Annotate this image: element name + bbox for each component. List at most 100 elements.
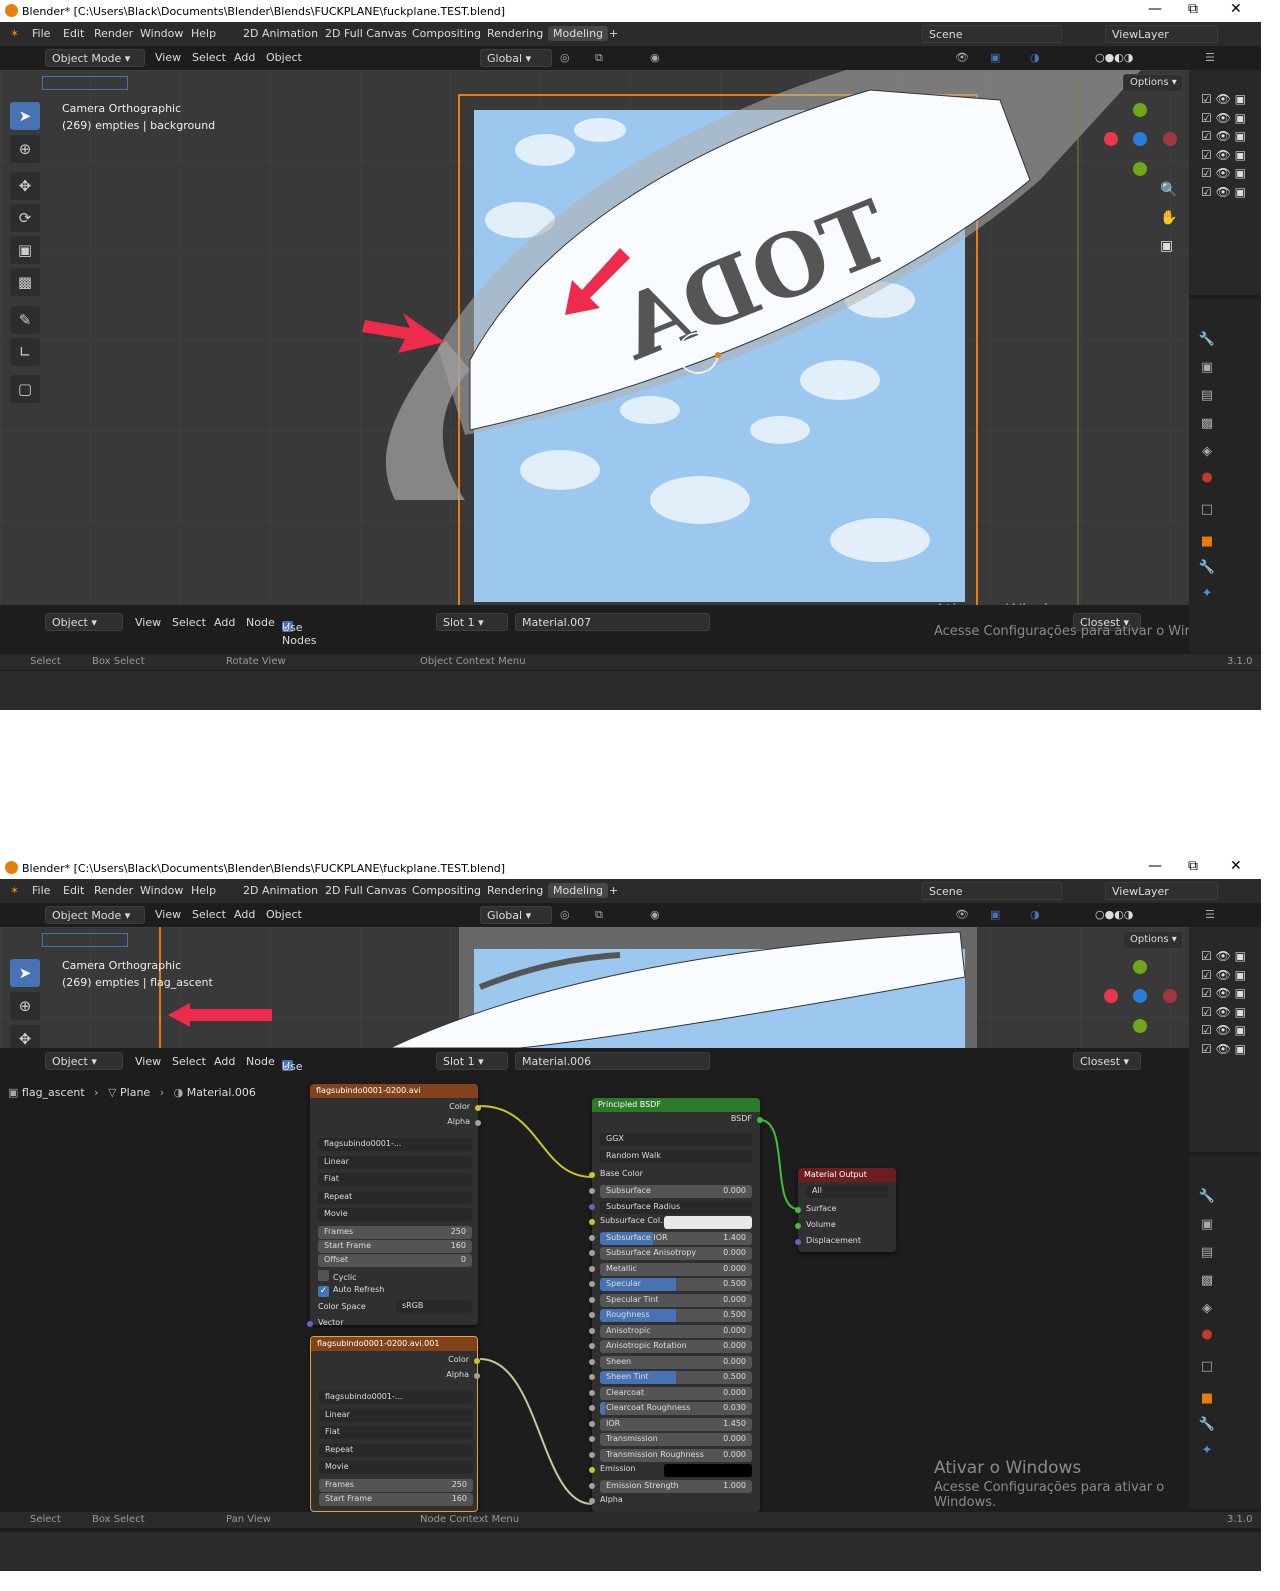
material-output-node[interactable]: Material Output All Surface Volume Displ… <box>795 1168 896 1252</box>
node-menu-add[interactable]: Add <box>214 616 235 629</box>
object-mode-dropdown[interactable]: Object Mode ▾ <box>45 49 145 67</box>
editor-type-icon[interactable]: ☰ <box>1205 908 1215 921</box>
minimize-icon[interactable]: — <box>1148 858 1162 874</box>
extension-dropdown[interactable]: Repeat <box>319 1444 473 1457</box>
input-field[interactable]: Subsurface IOR 1.400 <box>600 1231 752 1245</box>
tab-modeling[interactable]: Modeling <box>548 26 609 41</box>
node-menu-add[interactable]: Add <box>214 1055 235 1068</box>
modifier-tab-icon[interactable]: 🔧 <box>1197 1417 1217 1437</box>
shading-modes-icon[interactable]: ○●◐◑ <box>1095 51 1133 64</box>
view-layer-tab-icon[interactable]: ▩ <box>1197 416 1217 436</box>
restore-icon[interactable]: ⧉ <box>1188 1 1198 17</box>
color-space-dropdown[interactable]: sRGB <box>396 1300 472 1313</box>
shading-modes-icon[interactable]: ○●◐◑ <box>1095 908 1133 921</box>
slot-dropdown[interactable]: Slot 1 ▾ <box>436 1052 508 1070</box>
object-mode-dropdown[interactable]: Object Mode ▾ <box>45 906 145 924</box>
select-box-tool-icon[interactable]: ➤ <box>10 959 40 987</box>
input-field[interactable]: Roughness 0.500 <box>600 1309 752 1322</box>
menu-render[interactable]: Render <box>94 884 133 897</box>
input-socket[interactable] <box>589 1436 595 1442</box>
image-selector[interactable]: flagsubindo0001-... <box>318 1138 472 1151</box>
particles-tab-icon[interactable]: ✦ <box>1197 1443 1217 1463</box>
input-socket[interactable] <box>589 1296 595 1303</box>
input-socket[interactable] <box>589 1219 595 1225</box>
menu-add[interactable]: Add <box>234 908 255 921</box>
input-displacement-socket[interactable] <box>795 1239 801 1245</box>
auto-refresh-checkbox[interactable]: ✓ Auto Refresh <box>318 1285 384 1298</box>
menu-help[interactable]: Help <box>191 884 216 897</box>
options-button[interactable]: Options ▾ <box>1123 931 1183 949</box>
distribution-dropdown[interactable]: GGX <box>600 1133 752 1146</box>
node-object-dropdown[interactable]: Object ▾ <box>45 613 123 631</box>
menu-view[interactable]: View <box>155 51 181 64</box>
input-field[interactable]: Subsurface 0.000 <box>600 1185 752 1198</box>
blender-menu-icon[interactable]: ✶ <box>10 884 19 897</box>
menu-select[interactable]: Select <box>192 51 226 64</box>
image-texture-node-2[interactable]: flagsubindo0001-0200.avi.001 Color Alpha… <box>310 1336 480 1512</box>
close-icon[interactable]: ✕ <box>1230 858 1242 874</box>
input-socket[interactable] <box>589 1281 595 1287</box>
input-field[interactable]: Sheen Tint 0.500 <box>600 1371 752 1384</box>
input-socket[interactable] <box>589 1265 595 1272</box>
snap-icon[interactable]: ⧉ <box>595 908 603 922</box>
proportional-edit-icon[interactable]: ◉ <box>650 908 660 921</box>
input-socket[interactable] <box>589 1389 595 1396</box>
node-title[interactable]: flagsubindo0001-0200.avi <box>310 1084 478 1098</box>
node-title[interactable]: flagsubindo0001-0200.avi.001 <box>311 1337 477 1351</box>
output-color-socket[interactable] <box>474 1358 480 1364</box>
add-workspace-icon[interactable]: + <box>609 884 618 897</box>
input-socket[interactable] <box>589 1234 595 1241</box>
node-menu-node[interactable]: Node <box>246 616 275 629</box>
input-field[interactable]: Anisotropic Rotation 0.000 <box>600 1340 752 1353</box>
projection-dropdown[interactable]: Flat <box>319 1426 473 1439</box>
output-tab-icon[interactable]: ▤ <box>1197 1245 1217 1265</box>
outliner-rows[interactable]: ☑ 👁 ▣ ☑ 👁 ▣ ☑ 👁 ▣ ☑ 👁 ▣ ☑ 👁 ▣ ☑ 👁 ▣ <box>1201 90 1256 201</box>
image-texture-node-1[interactable]: flagsubindo0001-0200.avi Color Alpha fla… <box>307 1084 481 1327</box>
view-layer-tab-icon[interactable]: ▩ <box>1197 1273 1217 1293</box>
node-object-dropdown[interactable]: Object ▾ <box>45 1052 123 1070</box>
start-frame-field[interactable]: Start Frame 160 <box>319 1493 473 1506</box>
scene-selector[interactable]: Scene <box>922 882 1062 900</box>
zoom-icon[interactable]: 🔍 <box>1160 182 1177 198</box>
source-dropdown[interactable]: Movie <box>318 1208 472 1221</box>
transform-orientation-dropdown[interactable]: Global ▾ <box>480 49 552 67</box>
camera-view-icon[interactable]: ▣ <box>1160 238 1173 254</box>
tab-2d-animation[interactable]: 2D Animation <box>243 884 318 897</box>
interpolation-dropdown[interactable]: Linear <box>318 1156 472 1169</box>
cyclic-checkbox[interactable]: Cyclic <box>318 1270 357 1283</box>
node-menu-select[interactable]: Select <box>172 616 206 629</box>
overlay-icon[interactable]: ◑ <box>1030 51 1040 64</box>
view-layer-selector[interactable]: ViewLayer <box>1105 882 1218 900</box>
collection-tab-icon[interactable]: □ <box>1197 1359 1217 1379</box>
output-color-socket[interactable] <box>475 1105 481 1111</box>
tab-compositing[interactable]: Compositing <box>412 884 481 897</box>
input-socket[interactable] <box>589 1498 595 1504</box>
tool-tab-icon[interactable]: 🔧 <box>1197 1189 1217 1209</box>
input-field[interactable]: Subsurface Anisotropy 0.000 <box>600 1247 752 1260</box>
node-menu-node[interactable]: Node <box>246 1055 275 1068</box>
offset-field[interactable]: Offset 0 <box>318 1254 472 1267</box>
node-menu-view[interactable]: View <box>135 1055 161 1068</box>
menu-window[interactable]: Window <box>140 27 183 40</box>
node-menu-view[interactable]: View <box>135 616 161 629</box>
modifier-tab-icon[interactable]: 🔧 <box>1197 560 1217 580</box>
input-field[interactable]: Subsurface Radius <box>600 1200 752 1214</box>
object-tab-icon[interactable]: ■ <box>1197 1391 1217 1411</box>
input-surface-socket[interactable] <box>795 1207 801 1213</box>
color-swatch[interactable] <box>664 1216 752 1229</box>
menu-edit[interactable]: Edit <box>63 27 84 40</box>
input-field[interactable]: Transmission Roughness 0.000 <box>600 1448 752 1462</box>
outliner-rows[interactable]: ☑ 👁 ▣ ☑ 👁 ▣ ☑ 👁 ▣ ☑ 👁 ▣ ☑ 👁 ▣ ☑ 👁 ▣ <box>1201 947 1256 1058</box>
object-tab-icon[interactable]: ■ <box>1197 534 1217 554</box>
color-swatch[interactable] <box>664 1464 752 1477</box>
visibility-icon[interactable]: 👁 <box>955 908 969 921</box>
start-frame-field[interactable]: Start Frame 160 <box>318 1240 472 1253</box>
menu-file[interactable]: File <box>32 884 50 897</box>
input-volume-socket[interactable] <box>795 1223 801 1229</box>
3d-viewport[interactable]: Camera Orthographic (269) empties | flag… <box>0 927 1189 1048</box>
frames-field[interactable]: Frames 250 <box>319 1479 473 1492</box>
pivot-icon[interactable]: ◎ <box>560 908 570 921</box>
menu-file[interactable]: File <box>32 27 50 40</box>
projection-dropdown[interactable]: Flat <box>318 1173 472 1186</box>
input-field[interactable]: Specular 0.500 <box>600 1278 752 1291</box>
